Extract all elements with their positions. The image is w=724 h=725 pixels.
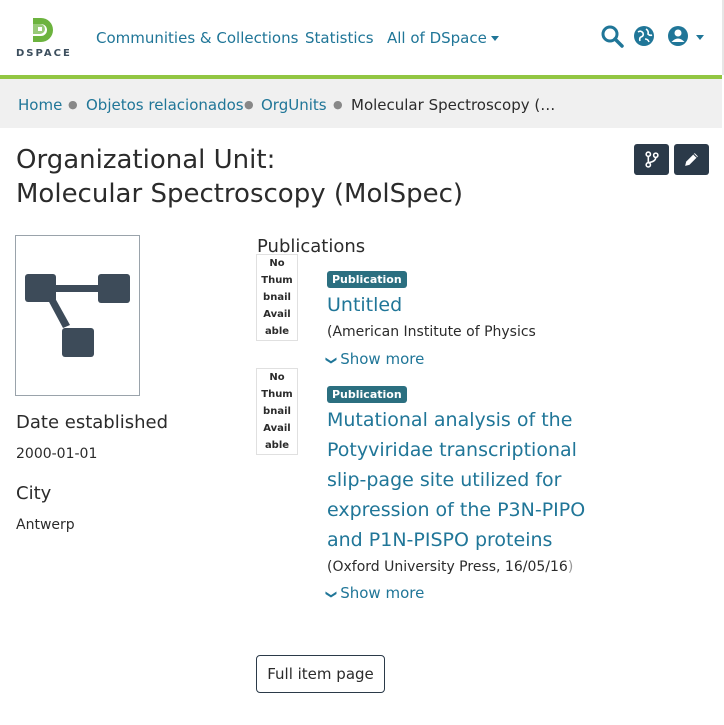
publication-meta-fade: ) bbox=[567, 559, 574, 575]
breadcrumb-orgunits[interactable]: OrgUnits bbox=[261, 96, 327, 114]
user-menu-chevron-icon[interactable] bbox=[696, 35, 704, 40]
nav-communities-collections[interactable]: Communities & Collections bbox=[96, 29, 298, 47]
publication-title-link[interactable]: Untitled bbox=[327, 290, 617, 320]
code-branch-icon bbox=[645, 151, 659, 168]
full-item-page-button[interactable]: Full item page bbox=[256, 655, 385, 693]
breadcrumb-current: Molecular Spectroscopy (… bbox=[351, 96, 556, 114]
publication-badge: Publication bbox=[327, 386, 407, 403]
orgunit-thumbnail bbox=[15, 235, 140, 396]
breadcrumb-orgunits-link[interactable]: OrgUnits bbox=[261, 96, 327, 114]
pencil-icon bbox=[685, 153, 698, 166]
breadcrumb-related-objects[interactable]: Objetos relacionados bbox=[86, 96, 244, 114]
header: DSPACE Communities & Collections Statist… bbox=[0, 0, 724, 75]
breadcrumb: Home ● Objetos relacionados ● OrgUnits ●… bbox=[0, 79, 722, 128]
no-thumb-text: Avail bbox=[263, 309, 291, 320]
page-title-type: Organizational Unit: bbox=[16, 145, 276, 175]
city-label: City bbox=[16, 483, 52, 504]
breadcrumb-home-link[interactable]: Home bbox=[18, 96, 62, 114]
page-title: Organizational Unit: Molecular Spectrosc… bbox=[16, 143, 463, 211]
publication-title-link[interactable]: Mutational analysis of the Potyviridae t… bbox=[327, 405, 617, 555]
breadcrumb-separator: ● bbox=[68, 98, 78, 111]
nav-all-of-dspace[interactable]: All of DSpace bbox=[387, 29, 499, 47]
show-more-label: Show more bbox=[340, 584, 425, 602]
publication-badge: Publication bbox=[327, 271, 407, 288]
versions-button[interactable] bbox=[634, 144, 669, 175]
publication-meta-text: (Oxford University Press, 16/05/16 bbox=[327, 559, 568, 575]
chevron-down-icon: ❯ bbox=[325, 355, 339, 366]
globe-icon[interactable] bbox=[632, 24, 656, 48]
no-thumb-text: No bbox=[269, 258, 285, 269]
show-more-label: Show more bbox=[340, 350, 425, 368]
chevron-down-icon: ❯ bbox=[325, 589, 339, 600]
search-icon[interactable] bbox=[600, 24, 624, 48]
no-thumb-text: Thum bbox=[261, 275, 293, 286]
no-thumb-text: able bbox=[264, 326, 290, 337]
orgunit-icon bbox=[25, 274, 130, 357]
no-thumb-text: Thum bbox=[261, 389, 293, 400]
no-thumbnail-placeholder: No Thum bnail Avail able bbox=[256, 368, 298, 455]
breadcrumb-separator: ● bbox=[333, 98, 343, 111]
publication-meta-text: (American Institute of Physics bbox=[327, 324, 536, 340]
page-title-name: Molecular Spectroscopy (MolSpec) bbox=[16, 179, 464, 209]
publication-meta: (American Institute of Physics bbox=[327, 324, 536, 340]
date-established-label: Date established bbox=[16, 412, 168, 433]
logo-text: DSPACE bbox=[16, 48, 72, 59]
no-thumb-text: bnail bbox=[263, 292, 291, 303]
no-thumb-text: bnail bbox=[263, 406, 291, 417]
breadcrumb-related-objects-link[interactable]: Objetos relacionados bbox=[86, 96, 244, 114]
publication-meta: (Oxford University Press, 16/05/16) bbox=[327, 559, 573, 575]
show-more-button[interactable]: ❯ Show more bbox=[325, 350, 425, 368]
dspace-logo[interactable]: DSPACE bbox=[16, 16, 76, 60]
show-more-button[interactable]: ❯ Show more bbox=[325, 584, 425, 602]
city-value: Antwerp bbox=[16, 517, 75, 533]
user-icon[interactable] bbox=[666, 24, 690, 48]
no-thumb-text: Avail bbox=[263, 423, 291, 434]
edit-button[interactable] bbox=[674, 144, 709, 175]
nav-all-of-dspace-label: All of DSpace bbox=[387, 29, 487, 47]
dspace-logo-icon bbox=[33, 18, 53, 42]
no-thumb-text: able bbox=[264, 440, 290, 451]
date-established-value: 2000-01-01 bbox=[16, 446, 98, 462]
breadcrumb-separator: ● bbox=[244, 98, 254, 111]
no-thumbnail-placeholder: No Thum bnail Avail able bbox=[256, 254, 298, 341]
no-thumb-text: No bbox=[269, 372, 285, 383]
breadcrumb-home[interactable]: Home bbox=[18, 96, 62, 114]
nav-statistics[interactable]: Statistics bbox=[305, 29, 374, 47]
chevron-down-icon bbox=[490, 36, 499, 41]
